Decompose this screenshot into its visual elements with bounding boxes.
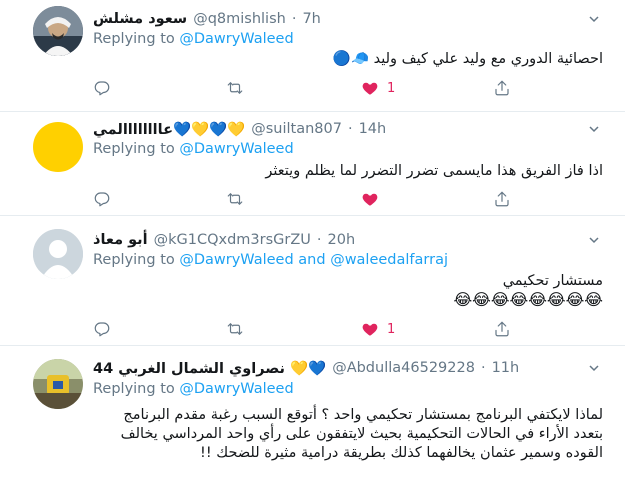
like-button[interactable]: 1 [361, 78, 395, 98]
share-icon [495, 321, 509, 337]
replying-label: Replying to [93, 252, 175, 268]
avatar[interactable] [33, 229, 83, 279]
separator-dot: · [480, 360, 486, 376]
timestamp[interactable]: 20h [328, 232, 356, 248]
tweet-header: نصراوي الشمال الغربي 44 💛💙 @Abdulla46529… [93, 358, 519, 378]
retweet-icon [227, 82, 243, 94]
mention-link[interactable]: @DawryWaleed [179, 252, 293, 268]
like-button[interactable] [361, 189, 379, 209]
like-count: 1 [387, 321, 396, 337]
replying-and: and [298, 252, 326, 268]
display-name[interactable]: سعود مشلش [93, 11, 187, 27]
tweet-1[interactable]: سعود مشلش @q8mishlish · 7h Replying to @… [0, 0, 625, 112]
tweet-text: مستشار تحكيمي [502, 273, 603, 289]
tweet-text: اذا فاز الفريق هذا مايسمى تضرر التضرر لم… [265, 163, 603, 179]
tweet-text: احصائية الدوري مع وليد علي كيف وليد 🧢🔵 [332, 51, 603, 67]
separator-dot: · [291, 11, 297, 27]
tweet-3[interactable]: أبو معاذ @kG1CQxdm3rsGrZU · 20h Replying… [0, 216, 625, 346]
avatar[interactable] [33, 122, 83, 172]
mention-link[interactable]: @DawryWaleed [179, 141, 293, 157]
replying-label: Replying to [93, 381, 175, 397]
chevron-down-icon[interactable] [589, 124, 599, 134]
replying-to: Replying to @DawryWaleed [93, 141, 294, 157]
mention-link[interactable]: @DawryWaleed [179, 381, 293, 397]
display-name[interactable]: عاااااااالمي💙💛💙💛 [93, 121, 245, 138]
share-button[interactable] [493, 189, 511, 209]
timestamp[interactable]: 11h [492, 360, 520, 376]
reply-icon [94, 322, 110, 337]
tweet-header: عاااااااالمي💙💛💙💛 @suiltan807 · 14h [93, 119, 386, 139]
display-name[interactable]: نصراوي الشمال الغربي 44 💛💙 [93, 360, 326, 377]
display-name[interactable]: أبو معاذ [93, 232, 148, 248]
reply-button[interactable] [93, 78, 111, 98]
avatar-image [33, 359, 83, 409]
tweet-2[interactable]: عاااااااالمي💙💛💙💛 @suiltan807 · 14h Reply… [0, 112, 625, 216]
heart-icon [362, 323, 378, 336]
user-handle[interactable]: @q8mishlish [193, 11, 286, 27]
chevron-down-icon[interactable] [589, 235, 599, 245]
retweet-button[interactable] [226, 78, 244, 98]
tweet-header: سعود مشلش @q8mishlish · 7h [93, 9, 321, 29]
replying-label: Replying to [93, 31, 175, 47]
share-button[interactable] [493, 319, 511, 339]
user-handle[interactable]: @suiltan807 [251, 121, 342, 137]
user-handle[interactable]: @kG1CQxdm3rsGrZU [154, 232, 311, 248]
user-handle[interactable]: @Abdulla46529228 [332, 360, 475, 376]
tweet-header: أبو معاذ @kG1CQxdm3rsGrZU · 20h [93, 230, 355, 250]
share-icon [495, 80, 509, 96]
heart-icon [362, 193, 378, 206]
share-button[interactable] [493, 78, 511, 98]
tweet-4[interactable]: نصراوي الشمال الغربي 44 💛💙 @Abdulla46529… [0, 346, 625, 495]
retweet-button[interactable] [226, 319, 244, 339]
timestamp[interactable]: 7h [302, 11, 320, 27]
chevron-down-icon[interactable] [589, 14, 599, 24]
heart-icon [362, 82, 378, 95]
mention-link[interactable]: @DawryWaleed [179, 31, 293, 47]
replying-to: Replying to @DawryWaleed [93, 381, 294, 397]
avatar-image [33, 6, 83, 56]
mention-link-2[interactable]: @waleedalfarraj [330, 252, 448, 268]
like-button[interactable]: 1 [361, 319, 395, 339]
retweet-button[interactable] [226, 189, 244, 209]
separator-dot: · [347, 121, 353, 137]
reply-button[interactable] [93, 319, 111, 339]
reply-button[interactable] [93, 189, 111, 209]
share-icon [495, 191, 509, 207]
separator-dot: · [316, 232, 322, 248]
chevron-down-icon[interactable] [589, 363, 599, 373]
avatar[interactable] [33, 6, 83, 56]
like-count: 1 [387, 80, 396, 96]
retweet-icon [227, 193, 243, 205]
replying-to: Replying to @DawryWaleed [93, 31, 294, 47]
tweet-text: لماذا لايكتفي البرنامج بمستشار تحكيمي وا… [120, 407, 603, 461]
replying-to: Replying to @DawryWaleed and @waleedalfa… [93, 252, 448, 268]
timestamp[interactable]: 14h [359, 121, 387, 137]
avatar[interactable] [33, 359, 83, 409]
tweet-text-emoji: 😂😂😂😂😂😂😂😂 [453, 290, 603, 309]
retweet-icon [227, 323, 243, 335]
reply-icon [94, 192, 110, 207]
replying-label: Replying to [93, 141, 175, 157]
reply-icon [94, 81, 110, 96]
default-avatar-icon [33, 229, 83, 279]
